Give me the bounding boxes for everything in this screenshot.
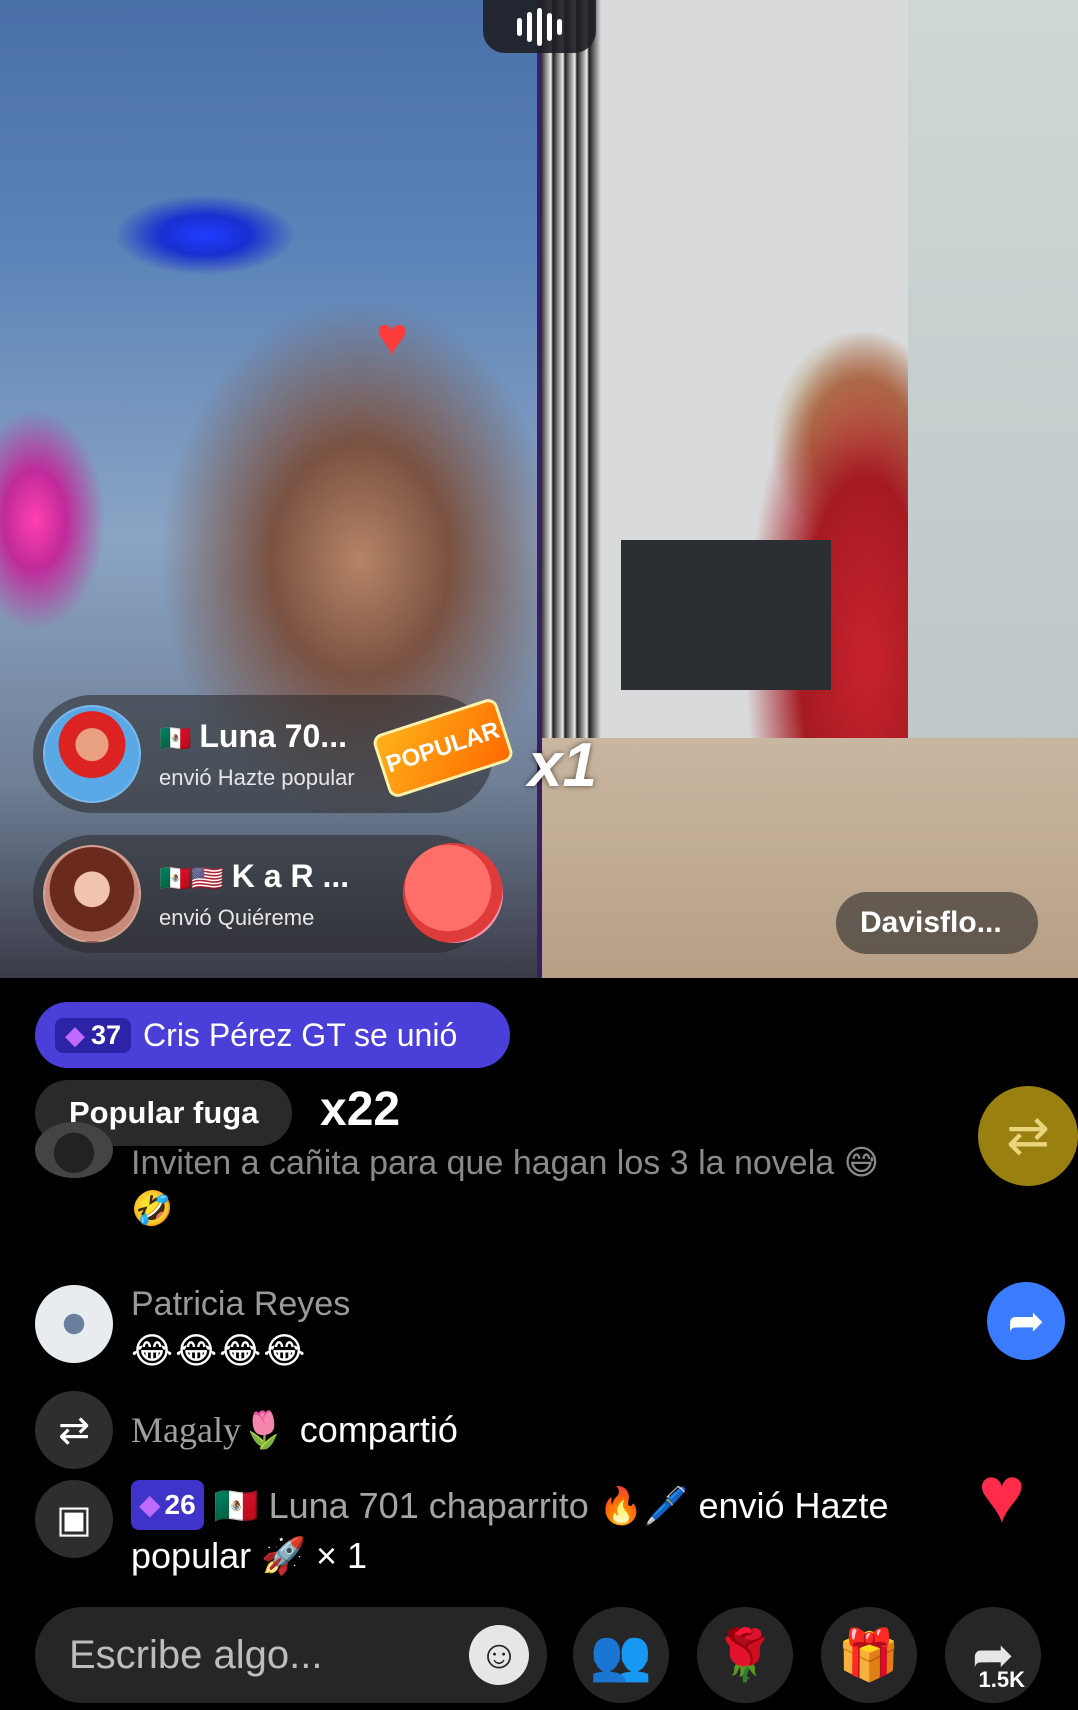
share-count: 1.5K (978, 1667, 1025, 1692)
level-badge: ◆ 26 (131, 1480, 204, 1530)
popular-gift-icon: 🚀 (261, 1535, 306, 1576)
heart-sticker-icon: ♥ (375, 307, 409, 367)
right-guest-camera[interactable] (541, 0, 1078, 978)
chat-message: Patricia Reyes 😂😂😂😂 (35, 1285, 350, 1372)
gift-box-icon: ▣ (35, 1480, 113, 1558)
share-button[interactable]: ➦ 1.5K (945, 1607, 1041, 1703)
avatar[interactable] (35, 1285, 113, 1363)
chat-username[interactable]: Luna 701 chaparrito 🔥🖊️ (269, 1485, 689, 1526)
gift-event: ▣ ◆ 26 🇲🇽 Luna 701 chaparrito 🔥🖊️ envió H… (35, 1480, 975, 1581)
join-text: Cris Pérez GT se unió (143, 1016, 458, 1053)
level-badge: ◆ 37 (55, 1017, 132, 1053)
gift-sender-name: Luna 70... (199, 717, 347, 754)
gift-description: envió Hazte popular (159, 764, 355, 790)
gift-sender-name: K a R ... (231, 857, 350, 894)
gift-box-icon[interactable]: 🎁 (821, 1607, 917, 1703)
gift-notification: 🇲🇽🇺🇸 K a R ... envió Quiéreme (33, 835, 503, 953)
gift-notification: 🇲🇽 Luna 70... envió Hazte popular POPULAR (33, 695, 516, 813)
diamond-icon: ◆ (65, 1019, 85, 1050)
flag: 🇲🇽🇺🇸 (159, 862, 224, 893)
share-verb: compartió (299, 1409, 458, 1450)
repost-icon: ⇄ (35, 1391, 113, 1469)
gift-description: envió Quiéreme (159, 904, 315, 930)
quiereme-gift-icon (403, 843, 503, 943)
gift-multiplier: × 1 (315, 1535, 367, 1576)
avatar[interactable] (43, 845, 141, 943)
rose-icon[interactable]: 🌹 (697, 1607, 793, 1703)
left-host-camera[interactable] (0, 0, 537, 978)
chat-message-text: Inviten a cañita para que hagan los 3 la… (131, 1144, 880, 1182)
repost-icon[interactable]: ⇄ (978, 1086, 1078, 1186)
avatar[interactable] (35, 1122, 113, 1178)
chat-username[interactable]: Patricia Reyes (131, 1285, 350, 1324)
chat-message-text: 😂😂😂😂 (131, 1330, 308, 1371)
split-divider (537, 0, 542, 978)
emoji-icon[interactable]: ☺ (469, 1625, 529, 1685)
gift-multiplier: x1 (528, 731, 597, 800)
flag: 🇲🇽 (213, 1485, 259, 1526)
forward-arrow-icon[interactable]: ➦ (987, 1282, 1065, 1360)
popular-count: x22 (320, 1083, 401, 1136)
chat-username[interactable]: Magaly🌷 (131, 1409, 286, 1451)
gift-action-line2: popular (131, 1535, 252, 1576)
heart-icon[interactable]: ♥ (978, 1455, 1026, 1535)
chat-message-text: 🤣 (131, 1190, 174, 1228)
guest-name-label[interactable]: Davisflo... (836, 892, 1038, 954)
join-banner: ◆ 37 Cris Pérez GT se unió (35, 1002, 510, 1068)
guests-icon[interactable]: 👥 (573, 1607, 669, 1703)
comment-input-box[interactable]: ☺ (35, 1607, 547, 1703)
avatar[interactable] (43, 705, 141, 803)
comment-input[interactable] (69, 1632, 449, 1678)
diamond-icon: ◆ (139, 1489, 161, 1520)
flag: 🇲🇽 (159, 722, 192, 753)
background-counter (621, 540, 831, 690)
live-video-area: ♥ 🇲🇽 Luna 70... envió Hazte popular POPUL… (0, 0, 1078, 978)
audio-wave-icon[interactable] (483, 0, 596, 53)
gift-action: envió Hazte (698, 1485, 889, 1526)
chat-message: Inviten a cañita para que hagan los 3 la… (35, 1122, 880, 1232)
share-event: ⇄ Magaly🌷 compartió (35, 1391, 458, 1469)
